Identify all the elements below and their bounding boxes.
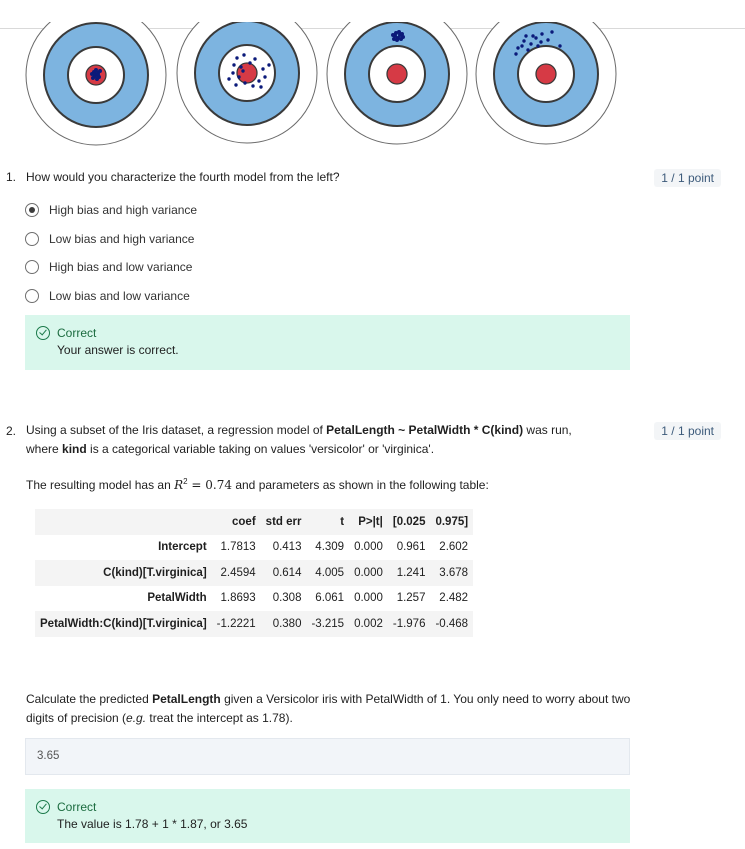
table-row-label: Intercept	[158, 541, 207, 554]
check-circle-icon	[36, 326, 50, 340]
question-1-feedback: Correct Your answer is correct.	[25, 315, 630, 370]
table-cell: 1.7813	[220, 541, 256, 554]
table-row: C(kind)[T.virginica] 2.4594 0.614 4.005 …	[35, 560, 474, 586]
question-2-calculation-prompt: Calculate the predicted PetalLength give…	[26, 690, 636, 728]
calc-text: Calculate the predicted	[26, 692, 153, 706]
table-header: std err	[265, 515, 302, 528]
table-cell: 4.005	[315, 566, 345, 579]
r-squared-value: = 0.74	[187, 478, 232, 492]
answer-input[interactable]: 3.65	[25, 738, 630, 775]
table-header: P>|t|	[358, 515, 383, 528]
option-label: Low bias and low variance	[49, 289, 190, 303]
table-row: PetalWidth 1.8693 0.308 6.061 0.000 1.25…	[35, 586, 473, 612]
option-label: High bias and low variance	[49, 260, 193, 274]
intro-text: Using a subset of the Iris dataset, a re…	[26, 423, 327, 437]
feedback-message: The value is 1.78 + 1 * 1.87, or 3.65	[57, 817, 248, 831]
intro-text: is a categorical variable taking on valu…	[86, 442, 435, 456]
answer-value: 3.65	[37, 750, 60, 762]
table-cell: 2.602	[439, 541, 469, 554]
table-row-label: PetalWidth	[147, 592, 207, 605]
table-header-row: coef std err t P>|t| [0.025 0.975]	[35, 509, 474, 535]
feedback-title: Correct	[57, 326, 97, 340]
r-squared-symbol: R	[174, 478, 184, 492]
feedback-title: Correct	[57, 800, 97, 814]
table-cell: 0.308	[272, 592, 302, 605]
target-4	[475, 22, 617, 145]
question-2-result: The resulting model has an R2 = 0.74 and…	[26, 472, 489, 495]
result-text: The resulting model has an	[26, 478, 175, 492]
target-2	[176, 22, 318, 144]
calc-text: digits of precision (	[26, 711, 127, 725]
option-label: Low bias and high variance	[49, 232, 195, 246]
table-header: t	[340, 515, 345, 528]
question-2-intro: Using a subset of the Iris dataset, a re…	[26, 421, 626, 459]
table-row-label: PetalWidth:C(kind)[T.virginica]	[40, 617, 207, 630]
table-header: 0.975]	[435, 515, 469, 528]
option-high-bias-low-variance[interactable]: High bias and low variance	[25, 258, 192, 276]
eg-text: e.g.	[126, 711, 147, 725]
check-circle-icon	[36, 800, 50, 814]
table-cell: 0.380	[272, 617, 302, 630]
table-cell: 0.000	[354, 592, 383, 605]
radio-button[interactable]	[25, 260, 39, 274]
table-cell: 1.8693	[220, 592, 256, 605]
regression-parameters-table: coef std err t P>|t| [0.025 0.975] Inter…	[35, 509, 474, 637]
table-cell: -1.976	[392, 617, 426, 630]
table-cell: 0.961	[396, 541, 426, 554]
table-cell: -3.215	[311, 617, 345, 630]
table-cell: 0.614	[272, 566, 302, 579]
intro-text: where	[26, 442, 63, 456]
target-1	[25, 22, 167, 146]
petal-length-term: PetalLength	[152, 692, 221, 706]
radio-button-selected[interactable]	[25, 203, 39, 217]
table-cell: 6.061	[315, 592, 345, 605]
table-cell: -1.2221	[216, 617, 256, 630]
question-1-number: 1.	[6, 170, 17, 184]
calc-text: treat the intercept as 1.78).	[146, 711, 293, 725]
table-cell: 1.241	[396, 566, 426, 579]
table-cell: 0.413	[272, 541, 302, 554]
bias-variance-targets-image	[25, 22, 617, 146]
feedback-message: Your answer is correct.	[57, 343, 179, 357]
question-2-points: 1 / 1 point	[654, 422, 721, 440]
table-cell: 0.000	[354, 541, 383, 554]
question-1-prompt: How would you characterize the fourth mo…	[26, 170, 340, 184]
radio-button[interactable]	[25, 289, 39, 303]
table-row-label: C(kind)[T.virginica]	[103, 566, 207, 579]
table-cell: 2.4594	[220, 566, 256, 579]
kind-term: kind	[62, 442, 87, 456]
question-1-points: 1 / 1 point	[654, 169, 721, 187]
radio-button[interactable]	[25, 232, 39, 246]
question-2-feedback: Correct The value is 1.78 + 1 * 1.87, or…	[25, 789, 630, 843]
option-high-bias-high-variance[interactable]: High bias and high variance	[25, 201, 197, 219]
table-cell: 0.000	[354, 566, 383, 579]
table-header: [0.025	[392, 515, 426, 528]
calc-text: given a Versicolor iris with PetalWidth …	[220, 692, 631, 706]
table-cell: 2.482	[439, 592, 469, 605]
model-formula: PetalLength ~ PetalWidth * C(kind)	[326, 423, 524, 437]
table-header	[35, 509, 212, 535]
table-header: coef	[232, 515, 256, 528]
table-cell: 1.257	[396, 592, 426, 605]
result-text: and parameters as shown in the following…	[232, 478, 489, 492]
table-row: Intercept 1.7813 0.413 4.309 0.000 0.961…	[35, 535, 473, 561]
option-low-bias-high-variance[interactable]: Low bias and high variance	[25, 230, 194, 248]
table-cell: 0.002	[354, 617, 383, 630]
target-3	[326, 22, 468, 145]
intro-text: was run,	[523, 423, 572, 437]
question-2-number: 2.	[6, 424, 17, 438]
option-low-bias-low-variance[interactable]: Low bias and low variance	[25, 287, 190, 305]
table-cell: 4.309	[315, 541, 345, 554]
table-row: PetalWidth:C(kind)[T.virginica] -1.2221 …	[35, 611, 474, 637]
table-cell: 3.678	[439, 566, 469, 579]
option-label: High bias and high variance	[49, 203, 198, 217]
table-cell: -0.468	[435, 617, 469, 630]
